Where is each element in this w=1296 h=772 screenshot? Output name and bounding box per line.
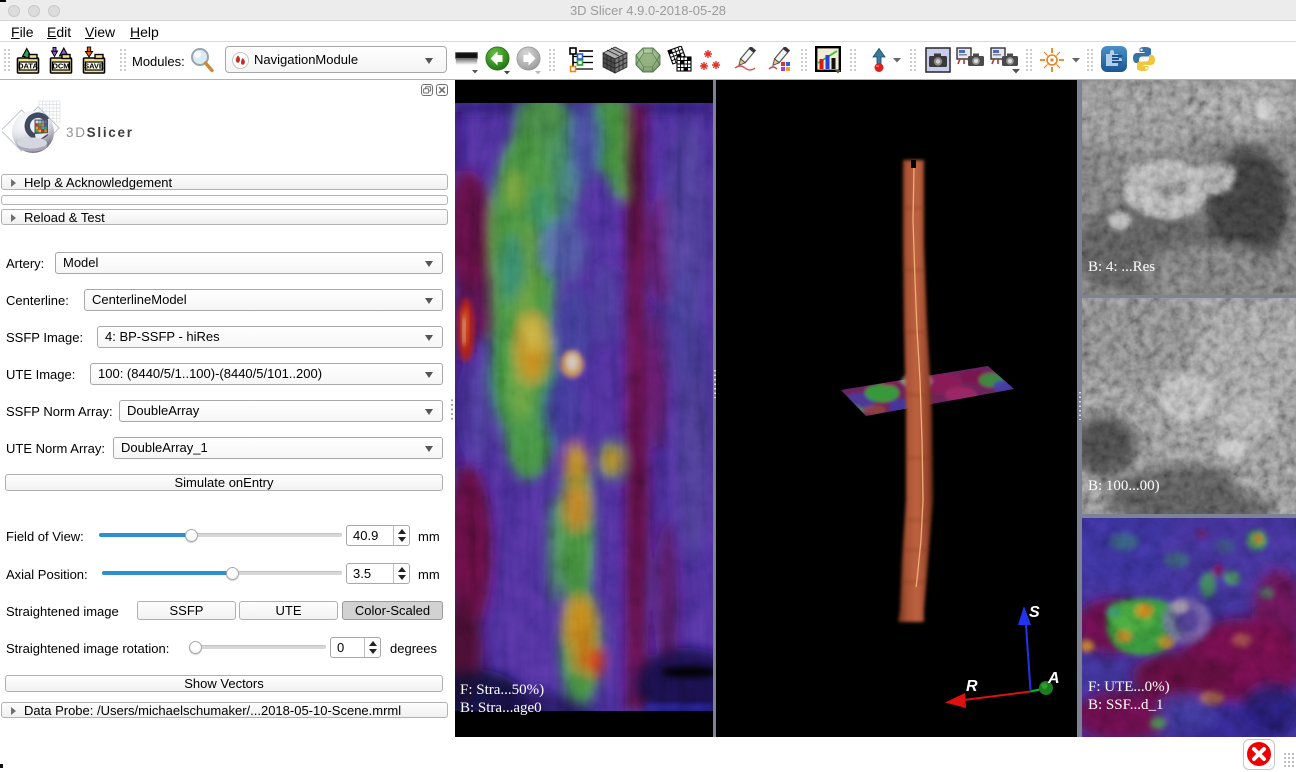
svg-text:DATA: DATA [18,62,38,71]
svg-text:DCM: DCM [52,62,69,71]
svg-text:SAVE: SAVE [84,62,104,71]
